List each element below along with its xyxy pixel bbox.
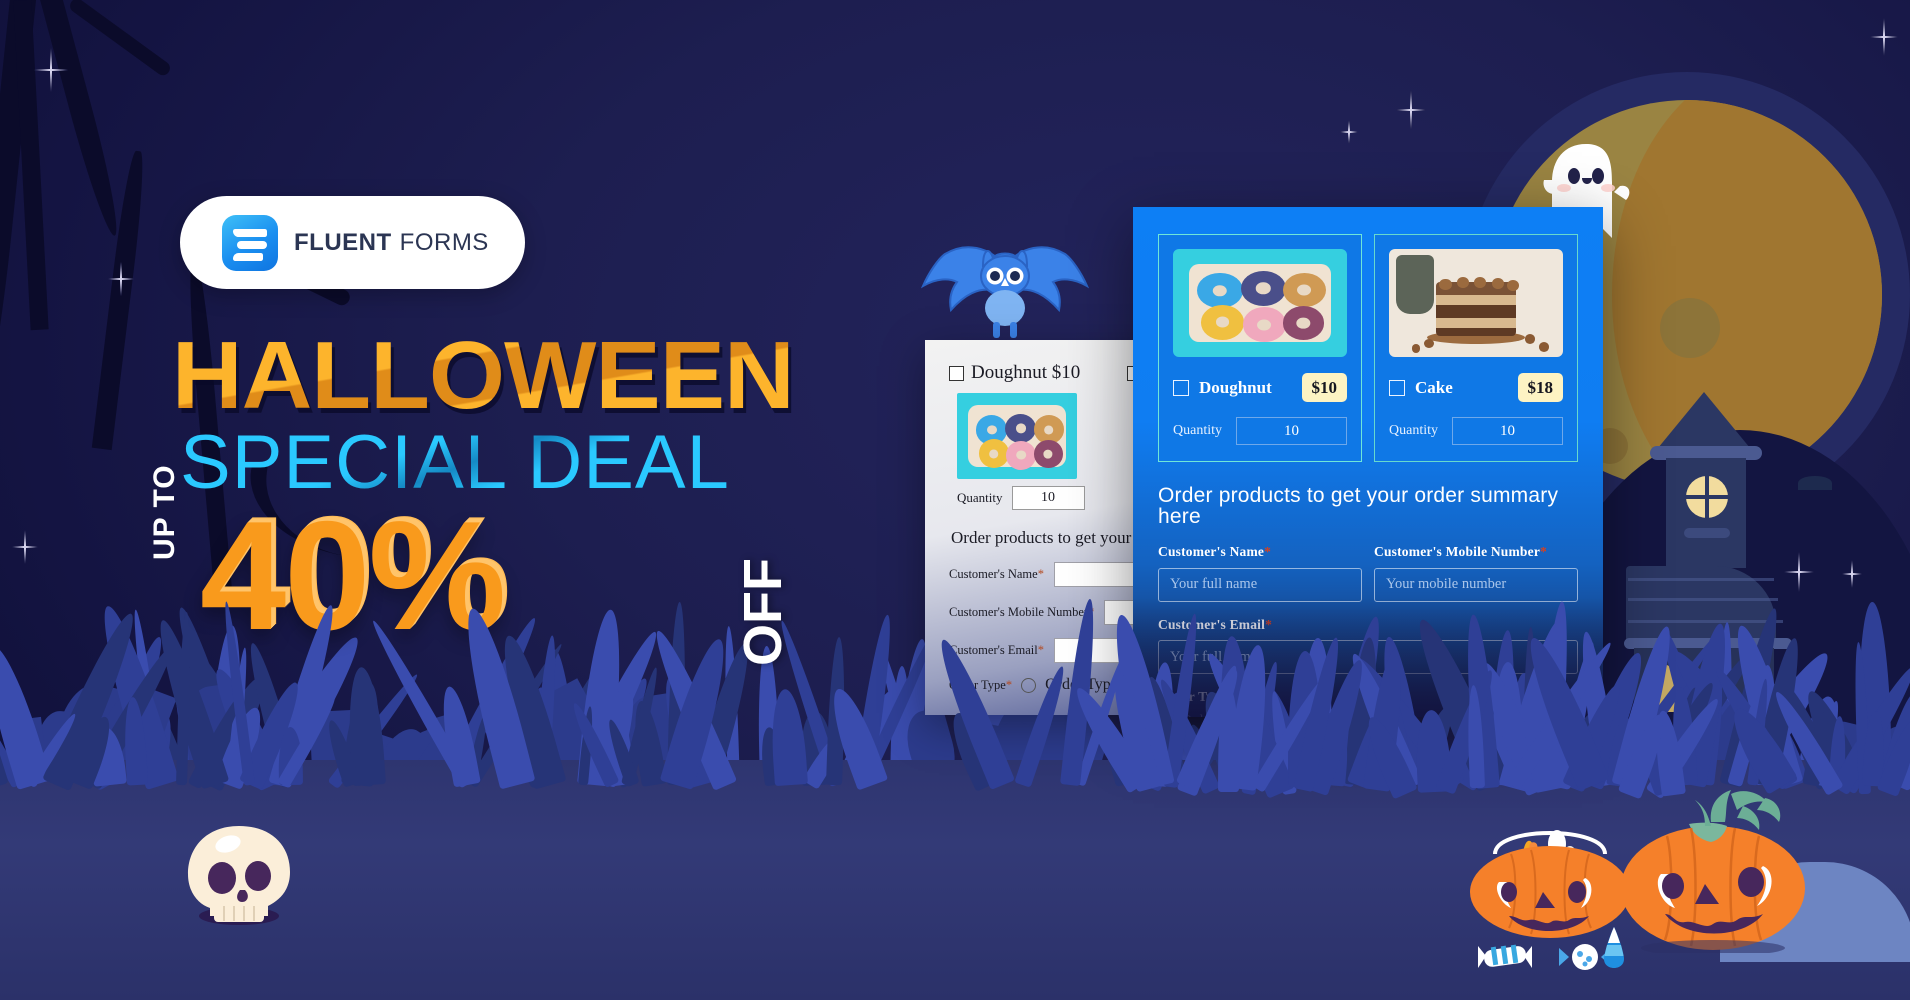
jack-o-lantern-icon [1615,788,1810,956]
fluent-forms-logo: FLUENT FORMS [180,196,525,289]
product-checkbox-doughnut[interactable] [1173,379,1189,396]
brand-name-bold: FLUENT [294,228,392,256]
quantity-input-doughnut[interactable]: 10 [1236,417,1347,445]
back-field-label: Customer's Email* [949,643,1044,657]
back-quantity-input[interactable]: 10 [1011,486,1085,510]
back-field-label: Customer's Mobile Number* [949,605,1094,619]
skull-icon [180,820,298,930]
label-customer-name: Customer's Name* [1158,544,1272,559]
product-name-cake: Cake [1415,378,1453,397]
label-off: OFF [733,558,793,666]
doughnut-photo [957,393,1077,479]
brand-name-light: FORMS [399,228,489,256]
quantity-label-cake: Quantity [1389,423,1438,438]
candy-icon [1470,942,1540,977]
star-icon [12,530,38,564]
discount-percent: 40% [200,489,506,662]
order-summary-text: Order products to get your order summary… [1158,484,1559,528]
product-grid: Doughnut $10 Quantity 10 Cake $18 Quanti… [1133,207,1603,462]
product-price-cake: $18 [1517,373,1563,402]
star-icon [1396,90,1426,130]
product-price-doughnut: $10 [1301,373,1347,402]
quantity-input-cake[interactable]: 10 [1452,417,1563,445]
star-icon [1784,552,1814,592]
bush-blade [1856,601,1893,786]
headline-halloween: HALLOWEEN [171,322,795,429]
star-icon [1870,18,1898,56]
doughnut-photo [1173,249,1347,357]
star-icon [108,262,134,296]
product-card-doughnut[interactable]: Doughnut $10 Quantity 10 [1158,234,1362,462]
input-customer-name[interactable] [1158,567,1362,602]
fluent-forms-logo-icon [222,214,278,271]
back-order-type-radio[interactable] [1021,677,1037,693]
back-product-item: Doughnut $10 Quantity 10 [949,362,1091,510]
input-customer-mobile[interactable] [1374,567,1578,602]
back-field-label: Customer's Name* [949,567,1044,581]
star-icon [1842,560,1862,588]
product-card-cake[interactable]: Cake $18 Quantity 10 [1374,234,1578,462]
label-up-to: UP TO [148,464,181,560]
cake-photo [1389,249,1563,357]
field-group-mobile: Customer's Mobile Number* [1374,545,1578,602]
back-product-checkbox[interactable] [949,365,964,381]
promo-banner: FLUENT FORMS HALLOWEEN SPECIAL DEAL UP T… [0,0,1910,1000]
product-checkbox-cake[interactable] [1389,379,1405,396]
candy-corn-icon [1600,925,1628,974]
back-product-title: Doughnut $10 [971,362,1081,383]
back-quantity-label: Quantity [957,490,1003,505]
label-customer-mobile: Customer's Mobile Number* [1374,544,1547,559]
star-icon [34,48,68,92]
field-group-name: Customer's Name* [1158,545,1362,602]
bat-icon [905,232,1105,342]
product-name-doughnut: Doughnut [1199,378,1272,397]
star-icon [1340,120,1358,144]
quantity-label-doughnut: Quantity [1173,423,1222,438]
